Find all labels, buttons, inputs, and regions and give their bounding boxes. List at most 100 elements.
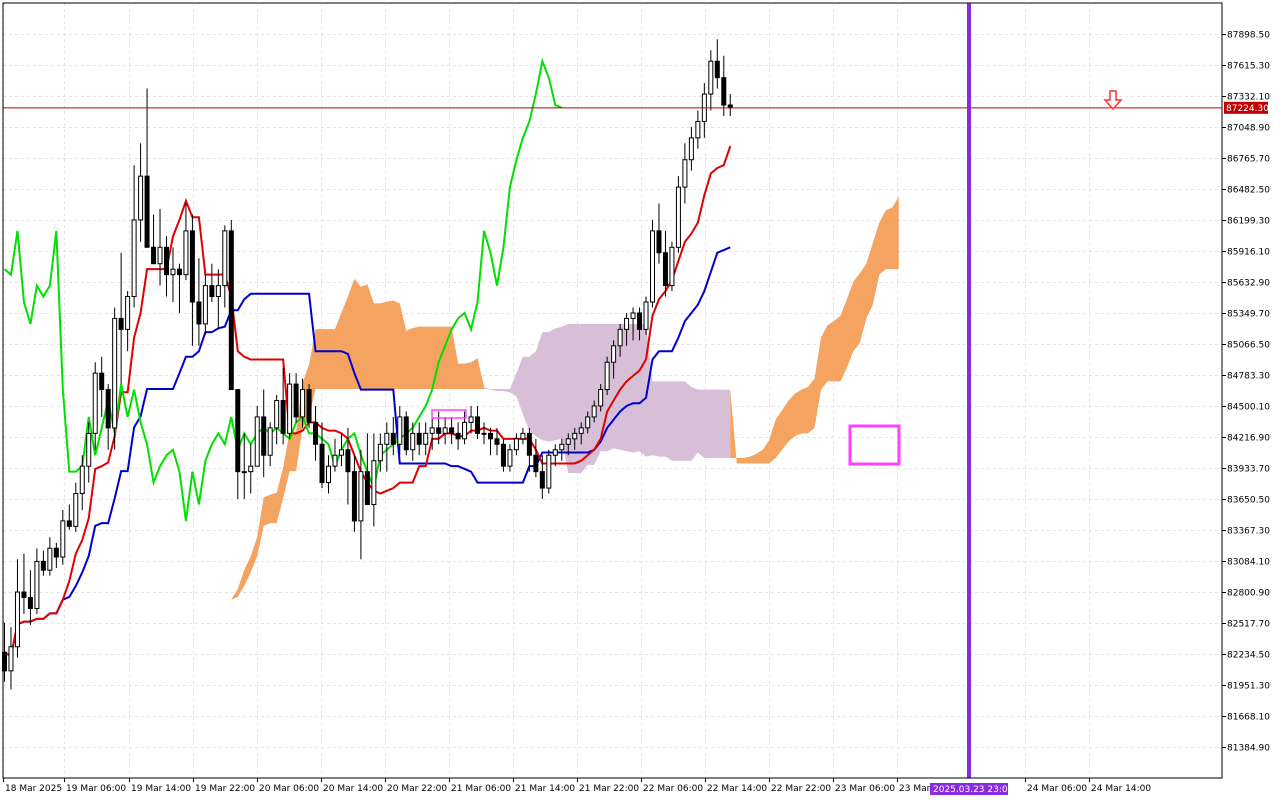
signal-marker-box [848,424,901,466]
candle-bullish [125,296,131,330]
candle-bullish [468,416,474,423]
candle-bullish [86,432,92,467]
ichimoku-chart[interactable]: 87224.30 2025.03.23 23:00 87898.50 87615.3… [0,0,1280,800]
candle-bullish [241,471,247,474]
candle-bullish [112,317,118,429]
y-tick-label: 82800.90 [1227,589,1270,599]
candle-bearish [656,230,662,254]
candle-bullish [520,432,526,440]
candle-bullish [274,400,280,429]
candle-bullish [138,175,144,221]
y-tick-label: 82517.70 [1227,620,1270,630]
candle-bullish [8,646,14,672]
candle-bearish [189,230,195,303]
y-tick-label: 86765.70 [1227,155,1270,165]
x-tick-label: 24 Mar 14:00 [1091,784,1151,794]
candle-bullish [157,246,163,265]
candle-bullish [624,317,630,330]
candle-bullish [585,416,591,429]
candle-bullish [481,432,487,435]
x-tick-label: 23 Mar 06:00 [835,784,895,794]
y-tick-label: 85916.10 [1227,248,1270,258]
candle-bearish [293,383,299,418]
candle-bullish [73,493,79,527]
candle-bullish [611,345,617,363]
x-tick-label: 24 Mar 06:00 [1027,784,1087,794]
candle-bearish [500,443,506,467]
kumo-bearish [484,323,731,474]
candle-bearish [228,230,234,391]
candle-bearish [475,416,481,434]
candle-bullish [47,547,53,571]
x-tick-label: 21 Mar 14:00 [515,784,575,794]
x-tick-label: 20 Mar 22:00 [387,784,447,794]
candle-bullish [546,454,552,489]
candle-bullish [429,427,435,434]
y-tick-label: 87048.90 [1227,124,1270,134]
candle-bullish [513,438,519,451]
candle-bullish [183,230,189,276]
candle-bearish [306,389,312,423]
candle-bullish [332,454,338,467]
y-tick-label: 84216.90 [1227,434,1270,444]
candle-bullish [688,137,694,161]
candle-bearish [390,432,396,445]
sell-arrow-icon [1103,90,1123,111]
x-tick-label: 19 Mar 14:00 [131,784,191,794]
candle-bullish [60,520,66,558]
candle-bullish [552,449,558,456]
candle-bullish [326,465,331,484]
y-tick-label: 87332.10 [1227,93,1270,103]
x-tick-label: 21 Mar 22:00 [579,784,639,794]
candle-bearish [351,471,357,522]
y-tick-label: 81668.10 [1227,713,1270,723]
candle-bearish [403,416,409,451]
candle-bearish [494,438,500,445]
candle-bullish [14,591,20,648]
x-tick-label: 22 Mar 22:00 [771,784,831,794]
candle-bearish [105,389,111,429]
x-tick-label: 19 Mar 22:00 [195,784,255,794]
candle-bearish [196,301,202,325]
y-tick-label: 84783.30 [1227,372,1270,382]
candle-bearish [40,560,46,571]
candle-bullish [170,268,176,276]
candle-bearish [164,246,169,276]
candle-bearish [66,520,72,527]
candle-bullish [578,427,584,434]
candle-bullish [559,443,565,451]
candle-bullish [462,421,468,440]
candle-bearish [53,547,59,558]
candle-bullish [572,432,578,440]
candle-bearish [539,471,545,489]
candle-bullish [591,405,597,418]
y-tick-label: 84500.10 [1227,403,1270,413]
candle-bearish [416,432,422,445]
candle-bullish [254,416,260,467]
candle-bearish [144,175,150,248]
candle-bullish [598,389,604,407]
candle-bullish [79,465,85,495]
y-tick-label: 85349.70 [1227,310,1270,320]
candle-bullish [92,372,98,434]
candle-bullish [300,389,306,418]
candle-bearish [364,471,370,505]
y-tick-label: 86199.30 [1227,217,1270,227]
candle-bullish [384,432,390,445]
candle-bullish [358,471,364,522]
candle-bullish [338,449,344,456]
y-tick-label: 83084.10 [1227,558,1270,568]
candle-bullish [669,246,675,287]
candle-bearish [449,427,455,434]
candle-bullish [377,443,383,462]
candle-bullish [248,465,254,473]
x-tick-label: 21 Mar 06:00 [451,784,511,794]
candle-bearish [118,317,124,330]
candle-bearish [235,389,241,473]
candle-bearish [21,591,27,599]
candle-bullish [565,438,571,445]
candle-bearish [526,432,532,456]
candle-bullish [617,328,623,347]
candle-bearish [27,597,33,609]
candle-bearish [280,400,286,434]
